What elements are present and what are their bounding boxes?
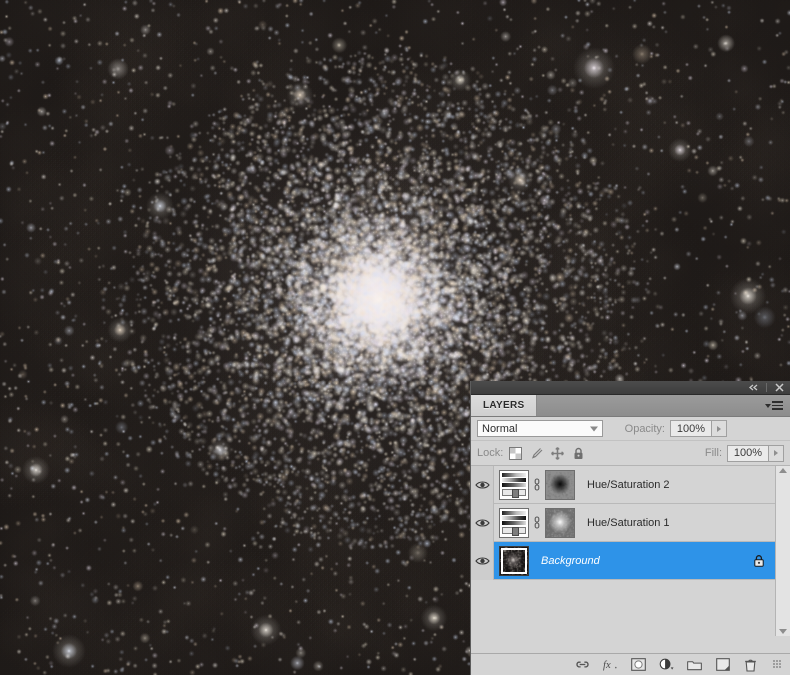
- opacity-stepper[interactable]: [712, 420, 727, 437]
- hue-saturation-adjustment-icon[interactable]: [499, 508, 529, 538]
- tab-layers-label: LAYERS: [483, 400, 524, 411]
- lock-fill-row: Lock:: [471, 441, 790, 465]
- add-layer-mask-icon[interactable]: [631, 657, 646, 672]
- fill-input[interactable]: 100%: [727, 445, 769, 462]
- layer-name-label: Hue/Saturation 1: [587, 517, 670, 529]
- layer-thumbnails: [499, 470, 575, 500]
- chevron-right-icon: [717, 426, 721, 432]
- hue-saturation-adjustment-icon[interactable]: [499, 470, 529, 500]
- layer-thumbnails: [499, 508, 575, 538]
- fill-value: 100%: [734, 447, 762, 459]
- panel-resize-grip[interactable]: [773, 660, 782, 669]
- layers-list-container: Hue/Saturation 2: [471, 465, 790, 636]
- svg-text:fx: fx: [603, 660, 611, 671]
- lock-position-icon[interactable]: [551, 447, 564, 460]
- photoshop-document-canvas: LAYERS Normal Opacity: 100%: [0, 0, 790, 675]
- layer-thumbnail[interactable]: [499, 546, 529, 576]
- chevron-right-icon: [774, 450, 778, 456]
- opacity-label: Opacity:: [613, 423, 665, 435]
- layer-name-label: Hue/Saturation 2: [587, 479, 670, 491]
- eye-icon: [475, 556, 490, 566]
- new-adjustment-layer-icon[interactable]: [659, 657, 674, 672]
- fill-label: Fill:: [682, 447, 722, 459]
- blend-mode-select[interactable]: Normal: [477, 420, 603, 437]
- close-panel-button[interactable]: [773, 382, 786, 393]
- fill-stepper[interactable]: [769, 445, 784, 462]
- new-layer-icon[interactable]: [715, 657, 730, 672]
- eye-icon: [475, 480, 490, 490]
- close-icon: [775, 383, 784, 392]
- collapse-to-icons-button[interactable]: [747, 382, 760, 393]
- lock-label: Lock:: [477, 447, 503, 459]
- scroll-down-icon[interactable]: [779, 629, 787, 634]
- titlebar-separator: [766, 383, 767, 392]
- layer-visibility-toggle[interactable]: [471, 504, 494, 542]
- panel-menu-button[interactable]: [758, 395, 790, 416]
- lock-transparent-pixels-icon[interactable]: [509, 447, 522, 460]
- link-layers-icon[interactable]: [575, 657, 590, 672]
- new-group-icon[interactable]: [687, 657, 702, 672]
- opacity-value: 100%: [677, 423, 705, 435]
- layer-thumbnails: [499, 546, 529, 576]
- table-row[interactable]: Background: [471, 542, 775, 580]
- locked-layer-icon: [753, 554, 765, 567]
- table-row[interactable]: Hue/Saturation 2: [471, 466, 775, 504]
- scroll-up-icon[interactable]: [779, 468, 787, 473]
- layers-panel: LAYERS Normal Opacity: 100%: [470, 381, 790, 675]
- panel-menu-icon: [765, 401, 783, 410]
- layer-mask-thumbnail[interactable]: [545, 470, 575, 500]
- layer-style-fx-icon[interactable]: fx: [603, 657, 618, 672]
- layer-visibility-toggle[interactable]: [471, 542, 494, 580]
- layers-scrollbar[interactable]: [775, 466, 790, 636]
- layer-mask-thumbnail[interactable]: [545, 508, 575, 538]
- layer-visibility-toggle[interactable]: [471, 466, 494, 504]
- delete-layer-icon[interactable]: [743, 657, 758, 672]
- panel-tabstrip: LAYERS: [471, 395, 790, 417]
- lock-image-pixels-icon[interactable]: [530, 447, 543, 460]
- lock-all-icon[interactable]: [572, 447, 585, 460]
- blend-mode-value: Normal: [482, 423, 517, 435]
- opacity-input[interactable]: 100%: [670, 420, 712, 437]
- layers-list: Hue/Saturation 2: [471, 466, 775, 636]
- blend-opacity-row: Normal Opacity: 100%: [471, 417, 790, 441]
- chevron-down-icon: [590, 426, 598, 431]
- panel-titlebar: [471, 381, 790, 395]
- layer-mask-link-icon[interactable]: [532, 478, 542, 491]
- double-left-chevron-icon: [748, 384, 759, 391]
- layer-mask-link-icon[interactable]: [532, 516, 542, 529]
- layer-name-label: Background: [541, 555, 600, 567]
- layers-panel-toolbar: fx: [471, 653, 790, 675]
- lock-buttons: [509, 447, 585, 460]
- table-row[interactable]: Hue/Saturation 1: [471, 504, 775, 542]
- tab-layers[interactable]: LAYERS: [471, 395, 537, 416]
- eye-icon: [475, 518, 490, 528]
